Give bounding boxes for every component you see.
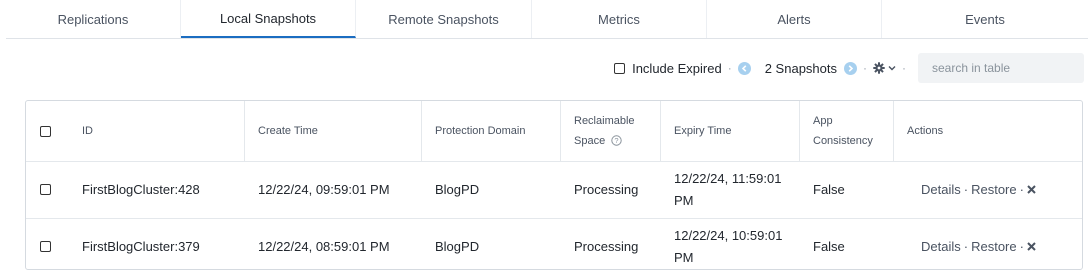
separator-dot: ·	[863, 61, 867, 75]
expiry-time-line: 12/22/24, 10:59:01	[674, 227, 783, 243]
header-label-line: Reclaimable	[574, 115, 635, 127]
separator-dot: ·	[727, 61, 732, 75]
header-label-line: Consistency	[813, 135, 873, 147]
cell-app-consistency: False	[813, 239, 845, 254]
table-row: FirstBlogCluster:379 12/22/24, 08:59:01 …	[26, 218, 1082, 275]
row-select-cell	[26, 218, 68, 275]
header-app-consistency[interactable]: App Consistency	[799, 101, 893, 161]
header-label: App Consistency	[813, 111, 873, 151]
expiry-time-line: 12/22/24, 11:59:01	[674, 170, 782, 186]
include-expired-checkbox[interactable]	[614, 62, 626, 74]
cell-protection-domain: BlogPD	[435, 239, 480, 254]
cell-reclaimable-space: Processing	[574, 239, 639, 254]
separator-dot: ·	[902, 61, 906, 75]
tab-alerts[interactable]: Alerts	[707, 0, 882, 38]
header-id[interactable]: ID	[68, 101, 244, 161]
tab-label: Events	[965, 11, 1005, 27]
delete-icon[interactable]	[1027, 242, 1036, 251]
cell-id: FirstBlogCluster:428	[82, 182, 200, 197]
header-create-time[interactable]: Create Time	[244, 101, 421, 161]
tab-label: Remote Snapshots	[388, 11, 499, 27]
tab-label: Metrics	[598, 11, 640, 27]
restore-link[interactable]: Restore	[971, 239, 1017, 254]
cell-reclaimable-space: Processing	[574, 182, 639, 197]
header-expiry-time[interactable]: Expiry Time	[660, 101, 799, 161]
tab-label: Replications	[57, 11, 129, 27]
header-label: Reclaimable Space ?	[574, 111, 635, 151]
svg-text:?: ?	[615, 136, 619, 145]
cell-app-consistency: False	[813, 182, 845, 197]
row-select-cell	[26, 161, 68, 218]
snapshots-table: ID Create Time Protection Domain Reclaim…	[25, 100, 1083, 270]
tab-replications[interactable]: Replications	[6, 0, 181, 38]
previous-page-icon[interactable]	[737, 61, 751, 75]
chevron-down-icon	[888, 66, 896, 71]
header-label: Actions	[907, 125, 944, 137]
table-row: FirstBlogCluster:428 12/22/24, 09:59:01 …	[26, 161, 1082, 219]
tab-label: Alerts	[777, 11, 811, 27]
tab-events[interactable]: Events	[882, 0, 1088, 38]
header-reclaimable-space[interactable]: Reclaimable Space ?	[560, 101, 660, 161]
header-actions: Actions	[893, 101, 1082, 161]
next-page-icon[interactable]	[844, 61, 857, 75]
tab-remote-snapshots[interactable]: Remote Snapshots	[356, 0, 532, 38]
row-checkbox[interactable]	[40, 184, 51, 195]
select-all-cell	[26, 101, 68, 161]
tab-label: Local Snapshots	[219, 10, 317, 26]
table-toolbar: Include Expired · 2 Snapshots · ·	[614, 53, 1088, 83]
header-label: Protection Domain	[435, 125, 526, 137]
separator-dot: ·	[963, 239, 969, 254]
row-checkbox[interactable]	[40, 241, 51, 252]
search-box	[918, 53, 1088, 83]
cell-id: FirstBlogCluster:379	[82, 239, 200, 254]
cell-actions: Details · Restore ·	[893, 218, 1082, 275]
tab-metrics[interactable]: Metrics	[532, 0, 707, 38]
table-header-row: ID Create Time Protection Domain Reclaim…	[26, 101, 1082, 162]
header-protection-domain[interactable]: Protection Domain	[421, 101, 560, 161]
cell-expiry-time: 12/22/24, 10:59:01 PM	[660, 218, 799, 275]
include-expired-label: Include Expired	[632, 60, 722, 76]
restore-link[interactable]: Restore	[971, 182, 1017, 197]
help-icon[interactable]: ?	[611, 135, 622, 146]
delete-icon[interactable]	[1027, 185, 1036, 194]
details-link[interactable]: Details	[921, 182, 961, 197]
separator-dot: ·	[1019, 182, 1024, 197]
snapshot-count: 2 Snapshots	[764, 60, 837, 76]
cell-create-time: 12/22/24, 09:59:01 PM	[258, 182, 390, 197]
header-label-line: App	[813, 115, 833, 127]
select-all-checkbox[interactable]	[40, 125, 51, 137]
expiry-time-line: PM	[674, 249, 694, 265]
gear-icon	[873, 62, 885, 74]
expiry-time-line: PM	[674, 192, 694, 208]
separator-dot: ·	[1019, 239, 1024, 254]
settings-menu[interactable]	[873, 62, 896, 74]
details-link[interactable]: Details	[921, 239, 961, 254]
tab-local-snapshots[interactable]: Local Snapshots	[181, 0, 356, 38]
cell-protection-domain: BlogPD	[435, 182, 480, 197]
separator-dot: ·	[963, 182, 969, 197]
cell-actions: Details · Restore ·	[893, 161, 1082, 218]
cell-create-time: 12/22/24, 08:59:01 PM	[258, 239, 390, 254]
header-label: Create Time	[258, 125, 318, 137]
header-label-line: Space	[574, 135, 606, 147]
search-input[interactable]	[930, 60, 1088, 76]
cell-expiry-time: 12/22/24, 11:59:01 PM	[660, 161, 799, 218]
header-label: Expiry Time	[674, 125, 732, 137]
header-label: ID	[82, 125, 93, 137]
tab-bar: Replications Local Snapshots Remote Snap…	[6, 0, 1088, 39]
